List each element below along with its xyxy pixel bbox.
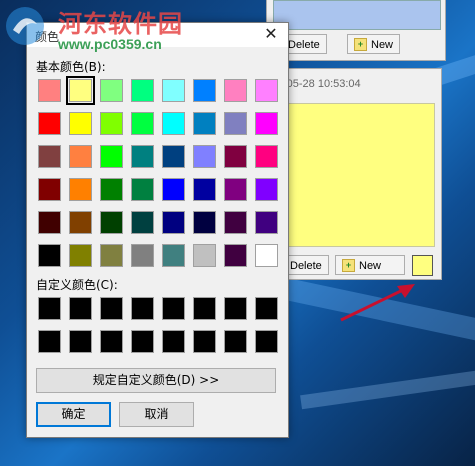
basic-colors-grid xyxy=(38,76,278,267)
basic-color-swatch[interactable] xyxy=(38,112,61,135)
note-preview xyxy=(273,0,441,30)
basic-color-swatch[interactable] xyxy=(69,211,92,234)
basic-color-swatch[interactable] xyxy=(131,79,154,102)
custom-colors-label: 自定义颜色(C): xyxy=(36,278,118,292)
basic-color-swatch[interactable] xyxy=(193,112,216,135)
custom-color-swatch[interactable] xyxy=(38,297,61,320)
basic-color-swatch[interactable] xyxy=(162,244,185,267)
basic-color-swatch[interactable] xyxy=(193,178,216,201)
new-label: New xyxy=(371,39,394,51)
color-dialog: 颜色 ✕ 基本颜色(B): 自定义颜色(C): 规定自定义颜色(D) >> 确定… xyxy=(26,22,289,438)
custom-color-swatch[interactable] xyxy=(69,330,92,353)
add-icon: + xyxy=(354,37,367,51)
basic-color-swatch[interactable] xyxy=(224,211,247,234)
basic-color-swatch[interactable] xyxy=(193,79,216,102)
custom-color-swatch[interactable] xyxy=(255,330,278,353)
basic-color-swatch[interactable] xyxy=(193,145,216,168)
basic-color-swatch[interactable] xyxy=(100,211,123,234)
basic-color-swatch[interactable] xyxy=(69,244,92,267)
basic-color-swatch[interactable] xyxy=(131,211,154,234)
note-timestamp: -05-28 10:53:04 xyxy=(283,78,361,90)
basic-color-swatch[interactable] xyxy=(100,178,123,201)
basic-color-swatch[interactable] xyxy=(38,244,61,267)
custom-color-swatch[interactable] xyxy=(69,297,92,320)
basic-color-swatch[interactable] xyxy=(255,244,278,267)
delete-label: Delete xyxy=(290,260,322,272)
custom-color-swatch[interactable] xyxy=(131,297,154,320)
basic-color-swatch[interactable] xyxy=(193,211,216,234)
basic-color-swatch[interactable] xyxy=(162,112,185,135)
basic-color-swatch[interactable] xyxy=(255,79,278,102)
basic-color-swatch[interactable] xyxy=(131,244,154,267)
basic-color-swatch[interactable] xyxy=(69,178,92,201)
basic-color-swatch[interactable] xyxy=(131,178,154,201)
custom-color-swatch[interactable] xyxy=(131,330,154,353)
basic-color-swatch[interactable] xyxy=(255,211,278,234)
basic-color-swatch[interactable] xyxy=(255,145,278,168)
custom-color-swatch[interactable] xyxy=(224,297,247,320)
custom-color-swatch[interactable] xyxy=(162,330,185,353)
basic-color-swatch[interactable] xyxy=(100,112,123,135)
custom-color-swatch[interactable] xyxy=(162,297,185,320)
sticky-note-window: -05-28 10:53:04 Delete + New xyxy=(270,68,442,280)
basic-color-swatch[interactable] xyxy=(162,145,185,168)
watermark-site-name: 河东软件园 xyxy=(58,10,183,38)
new-label: New xyxy=(359,260,382,272)
basic-color-swatch[interactable] xyxy=(131,112,154,135)
basic-color-swatch[interactable] xyxy=(224,145,247,168)
basic-color-swatch[interactable] xyxy=(38,211,61,234)
basic-color-swatch[interactable] xyxy=(224,79,247,102)
custom-color-swatch[interactable] xyxy=(224,330,247,353)
basic-color-swatch[interactable] xyxy=(38,79,61,102)
cancel-button[interactable]: 取消 xyxy=(119,402,194,427)
watermark-logo-icon xyxy=(6,7,44,45)
custom-color-swatch[interactable] xyxy=(193,330,216,353)
define-custom-colors-button[interactable]: 规定自定义颜色(D) >> xyxy=(36,368,276,393)
custom-color-swatch[interactable] xyxy=(100,297,123,320)
sticky-note-window-top: Delete + New xyxy=(266,0,446,61)
custom-color-swatch[interactable] xyxy=(38,330,61,353)
custom-colors-grid xyxy=(38,297,278,353)
basic-color-swatch[interactable] xyxy=(100,145,123,168)
basic-color-swatch[interactable] xyxy=(193,244,216,267)
delete-button[interactable]: Delete xyxy=(283,255,329,275)
add-icon: + xyxy=(342,258,355,272)
basic-color-swatch[interactable] xyxy=(69,145,92,168)
basic-color-swatch[interactable] xyxy=(131,145,154,168)
basic-color-swatch[interactable] xyxy=(66,76,95,105)
watermark: 河东软件园 www.pc0359.cn xyxy=(0,0,210,62)
watermark-url: www.pc0359.cn xyxy=(58,36,162,52)
basic-color-swatch[interactable] xyxy=(38,178,61,201)
close-icon[interactable]: ✕ xyxy=(262,25,280,43)
custom-color-swatch[interactable] xyxy=(193,297,216,320)
basic-color-swatch[interactable] xyxy=(38,145,61,168)
basic-color-swatch[interactable] xyxy=(162,211,185,234)
note-color-swatch[interactable] xyxy=(412,255,433,276)
ok-button[interactable]: 确定 xyxy=(36,402,111,427)
custom-color-swatch[interactable] xyxy=(255,297,278,320)
light-beam xyxy=(300,364,475,410)
annotation-arrow xyxy=(340,284,415,322)
new-note-button[interactable]: + New xyxy=(347,34,401,54)
basic-color-swatch[interactable] xyxy=(100,244,123,267)
arrow-shaft xyxy=(340,286,408,322)
basic-color-swatch[interactable] xyxy=(255,178,278,201)
basic-color-swatch[interactable] xyxy=(224,112,247,135)
new-note-button[interactable]: + New xyxy=(335,255,405,275)
basic-color-swatch[interactable] xyxy=(255,112,278,135)
basic-color-swatch[interactable] xyxy=(162,79,185,102)
custom-color-swatch[interactable] xyxy=(100,330,123,353)
basic-color-swatch[interactable] xyxy=(224,178,247,201)
basic-color-swatch[interactable] xyxy=(162,178,185,201)
basic-color-swatch[interactable] xyxy=(100,79,123,102)
basic-color-swatch[interactable] xyxy=(69,112,92,135)
basic-color-swatch[interactable] xyxy=(224,244,247,267)
note-text-area[interactable] xyxy=(277,103,435,247)
delete-label: Delete xyxy=(288,39,320,51)
